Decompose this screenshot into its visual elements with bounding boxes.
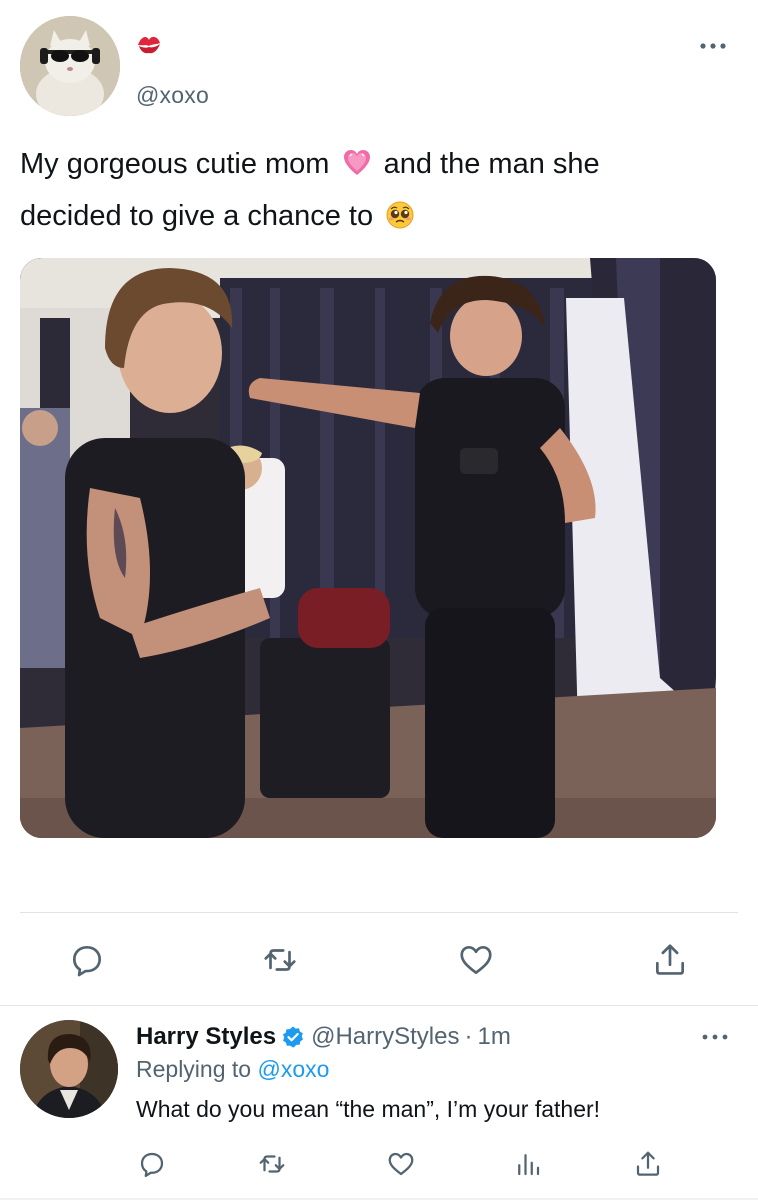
like-icon [388,1152,414,1176]
analytics-icon [518,1154,540,1176]
retweet-icon [259,1155,285,1173]
reply-retweet-button[interactable] [256,1148,288,1180]
retweet-icon [264,949,296,971]
share-icon [655,944,685,975]
share-button[interactable] [650,940,690,980]
reply-reply-button[interactable] [136,1148,168,1180]
reply-timestamp[interactable]: 1m [477,1023,510,1051]
tweet-text: My gorgeous cutie mom and the man she de… [20,138,720,242]
reply-more-options-icon[interactable] [700,1030,730,1044]
retweet-button[interactable] [260,940,300,980]
share-icon [636,1151,660,1176]
reply-button[interactable] [67,940,107,980]
replying-to-handle[interactable]: @xoxo [257,1056,329,1082]
backstage-photo [20,258,716,838]
tweet-author-handle[interactable]: @xoxo [136,82,209,109]
more-options-icon[interactable] [697,36,729,56]
reply-like-button[interactable] [385,1148,417,1180]
like-button[interactable] [456,940,496,980]
divider [0,1005,758,1006]
replying-to: Replying to @xoxo [136,1056,329,1083]
cat-avatar-image [20,16,120,116]
tweet-text-line-1: My gorgeous cutie mom [20,148,330,180]
tweet-text-line-2: decided to give a chance to [20,200,374,232]
pleading-face-icon [385,195,415,229]
avatar[interactable] [20,16,120,116]
reply-icon [140,1152,164,1177]
tweet-photo[interactable] [20,258,716,838]
replying-to-label: Replying to [136,1056,252,1082]
reply-author-handle[interactable]: @HarryStyles [311,1023,459,1051]
reply-author-name[interactable]: Harry Styles [136,1023,276,1051]
like-icon [460,945,492,975]
kiss-mark-icon [136,33,162,55]
reply-avatar[interactable] [20,1020,118,1118]
reply-icon [72,945,102,977]
reply-share-button[interactable] [632,1148,664,1180]
tweet-text-line-1b: and the man she [383,148,600,180]
reply-header: Harry Styles @HarryStyles · 1m [136,1023,511,1051]
reply-text: What do you mean “the man”, I’m your fat… [136,1096,601,1122]
divider [20,912,738,913]
pink-heart-icon [342,143,372,175]
verified-badge-icon [283,1026,304,1048]
separator-dot: · [464,1023,473,1050]
reply-analytics-button[interactable] [512,1148,544,1180]
harry-styles-avatar-image [20,1020,118,1118]
